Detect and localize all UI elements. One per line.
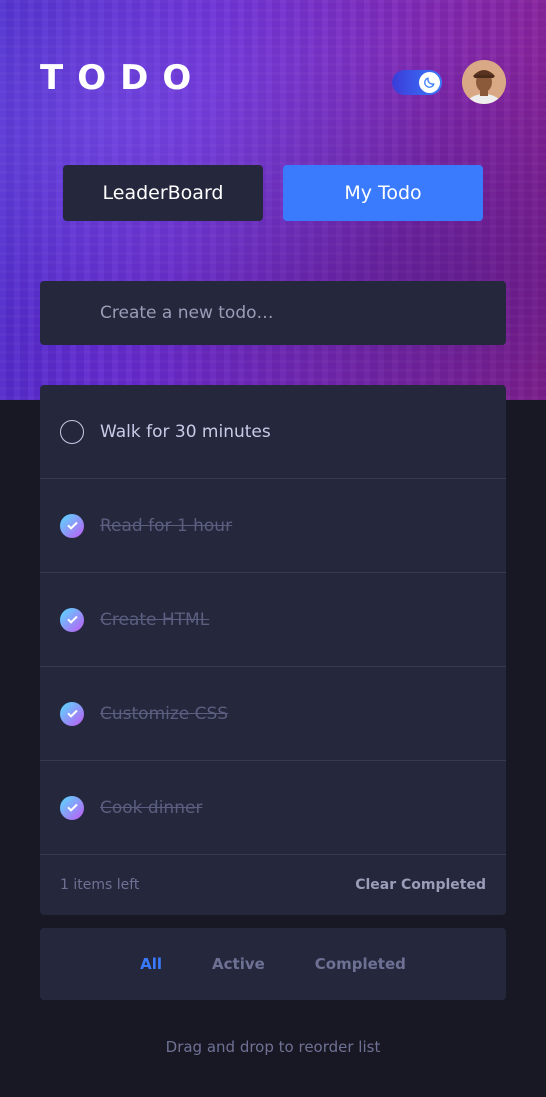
- todo-text: Create HTML: [100, 609, 210, 630]
- todo-checkbox-checked[interactable]: [60, 513, 84, 538]
- filter-bar: All Active Completed: [40, 928, 506, 1000]
- moon-icon: [419, 72, 440, 93]
- tab-leaderboard[interactable]: LeaderBoard: [63, 165, 263, 221]
- list-footer: 1 items left Clear Completed: [40, 855, 506, 915]
- todo-item[interactable]: Customize CSS: [40, 667, 506, 761]
- todo-checkbox[interactable]: [60, 419, 84, 444]
- todo-checkbox-checked[interactable]: [60, 607, 84, 632]
- filter-active[interactable]: Active: [212, 955, 265, 973]
- todo-item[interactable]: Read for 1 hour: [40, 479, 506, 573]
- todo-text: Walk for 30 minutes: [100, 421, 271, 442]
- new-todo-input[interactable]: [100, 281, 490, 345]
- todo-list: Walk for 30 minutes Read for 1 hour Crea…: [40, 385, 506, 915]
- todo-item[interactable]: Cook dinner: [40, 761, 506, 855]
- filter-all[interactable]: All: [140, 955, 162, 973]
- todo-text: Read for 1 hour: [100, 515, 233, 536]
- reorder-hint: Drag and drop to reorder list: [165, 1038, 381, 1056]
- app-logo: TODO: [40, 58, 206, 98]
- todo-text: Cook dinner: [100, 797, 203, 818]
- check-icon: [66, 521, 78, 530]
- clear-completed-button[interactable]: Clear Completed: [355, 877, 486, 893]
- todo-checkbox-checked[interactable]: [60, 701, 84, 726]
- items-left-count: 1 items left: [60, 877, 140, 893]
- filter-completed[interactable]: Completed: [315, 955, 406, 973]
- theme-toggle[interactable]: [392, 70, 442, 95]
- check-icon: [66, 615, 78, 624]
- todo-item[interactable]: Create HTML: [40, 573, 506, 667]
- check-icon: [66, 709, 78, 718]
- tab-my-todo[interactable]: My Todo: [283, 165, 483, 221]
- new-todo-bar: [40, 281, 506, 345]
- todo-item[interactable]: Walk for 30 minutes: [40, 385, 506, 479]
- todo-checkbox-checked[interactable]: [60, 795, 84, 820]
- user-avatar[interactable]: [462, 60, 506, 104]
- todo-text: Customize CSS: [100, 703, 229, 724]
- check-icon: [66, 803, 78, 812]
